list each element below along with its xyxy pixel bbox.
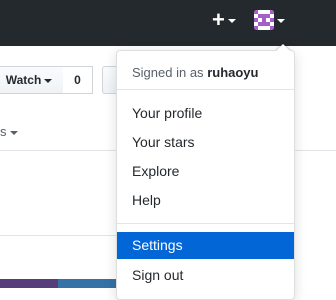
top-header: + [0,0,336,46]
chevron-down-icon [44,79,53,83]
signed-in-prefix: Signed in as [132,65,204,80]
signed-in-header: Signed in as ruhaoyu [132,65,258,80]
menu-item-your-profile[interactable]: Your profile [117,100,294,127]
user-dropdown-menu: Signed in as ruhaoyu Your profile Your s… [116,50,295,300]
dropdown-caret-fill [276,44,290,51]
chevron-down-icon [227,19,236,23]
create-new-button[interactable]: + [212,9,236,31]
plus-icon: + [212,7,225,32]
menu-item-help[interactable]: Help [117,187,294,214]
language-segment [58,279,120,288]
avatar [254,10,274,30]
username[interactable]: ruhaoyu [207,65,258,80]
divider [0,235,120,236]
menu-item-settings[interactable]: Settings [117,232,294,259]
divider [117,223,294,224]
watch-button[interactable]: Watch [0,66,64,94]
tab-label: s [0,124,7,139]
repo-tab-partial[interactable]: s [0,124,18,139]
language-bar[interactable] [0,279,120,288]
divider [117,89,294,90]
chevron-down-icon [277,19,285,23]
language-segment [0,279,58,288]
chevron-down-icon [9,130,18,135]
user-menu-button[interactable] [254,9,285,31]
watch-label: Watch [5,73,42,87]
menu-item-explore[interactable]: Explore [117,158,294,185]
menu-item-your-stars[interactable]: Your stars [117,129,294,156]
watch-count[interactable]: 0 [63,66,93,94]
menu-item-sign-out[interactable]: Sign out [117,262,294,289]
